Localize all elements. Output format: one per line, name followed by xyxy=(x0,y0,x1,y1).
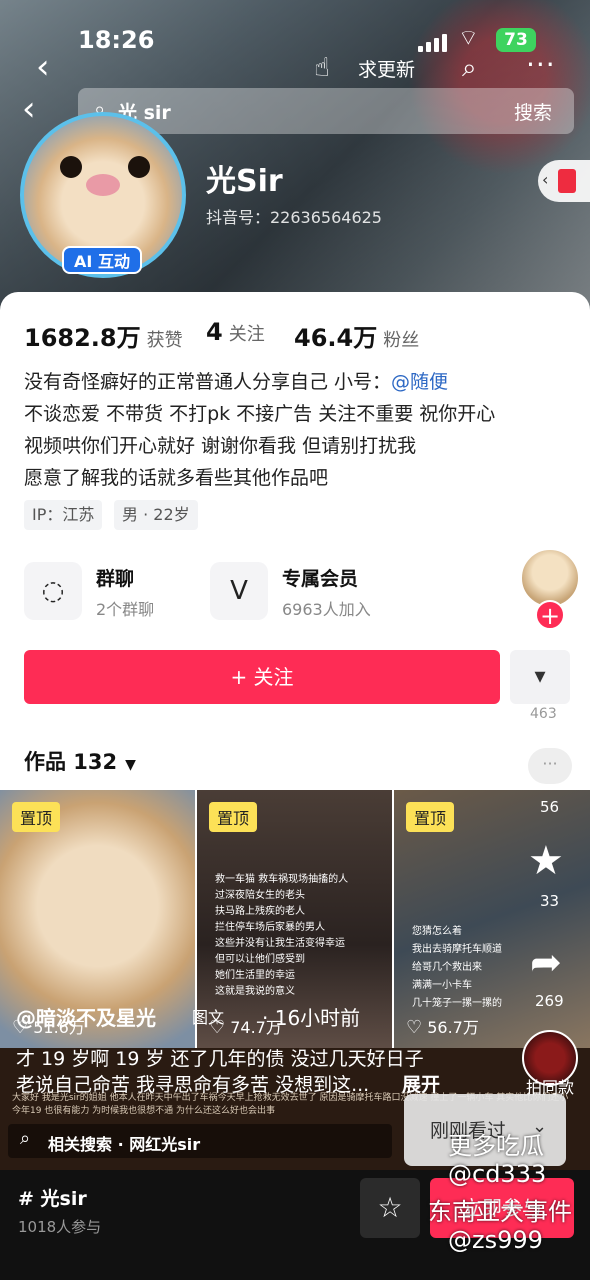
tile-caption: 救一车猫 救车祸现场抽搐的人 xyxy=(215,874,349,885)
request-update-button[interactable]: 求更新 xyxy=(358,55,415,82)
tile-caption: 扶马路上残疾的老人 xyxy=(215,906,305,917)
tile-caption: 我出去骑摩托车顺道 xyxy=(412,944,502,955)
cat-nose xyxy=(86,174,120,196)
tile-caption: 这些并没有让我生活变得幸运 xyxy=(215,938,345,949)
pinned-badge: 置顶 xyxy=(406,802,455,832)
watermark-line: 更多吃瓜 xyxy=(448,1132,544,1160)
group-chat-entry[interactable]: ◌ 群聊 2个群聊 xyxy=(24,562,194,622)
side-count: 56 xyxy=(540,798,560,816)
tile-caption: 她们生活里的幸运 xyxy=(215,970,295,981)
topic-name[interactable]: # 光sir xyxy=(18,1184,87,1211)
side-creator-avatar[interactable] xyxy=(520,548,580,608)
back-icon[interactable]: ‹ xyxy=(22,92,36,126)
watermark-line: 东南亚大事件 xyxy=(428,1198,572,1226)
bio-line: 没有奇怪癖好的正常普通人分享自己 小号： xyxy=(24,371,392,393)
share-icon[interactable]: ➦ xyxy=(530,940,562,984)
video-caption-line: 才 19 岁啊 19 岁 还了几年的债 没过几天好日子 xyxy=(16,1048,424,1070)
chevron-left-icon: ‹ xyxy=(542,170,549,189)
related-search-bar[interactable]: ⌕ 相关搜索 · 网红光sir xyxy=(8,1124,392,1158)
following-value: 4 xyxy=(206,318,223,346)
back-icon[interactable]: ‹ xyxy=(36,50,50,84)
douyin-id[interactable]: 抖音号：22636564625 xyxy=(206,204,382,228)
works-tab[interactable]: 作品 132 ▼ xyxy=(24,746,136,776)
vip-membership-entry[interactable]: V 专属会员 6963人加入 xyxy=(210,562,410,622)
follow-button[interactable]: + 关注 xyxy=(24,650,500,704)
chat-icon: ◌ xyxy=(24,562,82,620)
search-icon[interactable]: ⌕ xyxy=(462,53,477,84)
tile-caption: 但可以让他们感受到 xyxy=(215,954,305,965)
fans-value: 46.4万 xyxy=(294,324,378,352)
red-packet-button[interactable]: ‹ xyxy=(538,160,590,202)
feature-subtitle: 6963人加入 xyxy=(282,600,371,619)
caret-down-icon: ▼ xyxy=(125,757,136,773)
cat-eye xyxy=(128,156,150,178)
fans-label: 粉丝 xyxy=(383,330,420,351)
following-stat[interactable]: 4 关注 xyxy=(206,318,265,346)
video-overlay-header: @暗淡不及星光 图文 · 16小时前 xyxy=(0,1002,590,1038)
bio: 没有奇怪癖好的正常普通人分享自己 小号：@随便 不谈恋爱 不带货 不打pk 不接… xyxy=(24,366,574,494)
side-like-count: 463 xyxy=(530,706,557,722)
profile-name: 光Sir xyxy=(206,164,283,199)
search-button[interactable]: 搜索 xyxy=(514,98,552,125)
feature-title: 群聊 xyxy=(96,568,135,590)
ai-interaction-badge[interactable]: AI 互动 xyxy=(62,246,142,274)
tile-caption: 给哥几个救出来 xyxy=(412,962,482,973)
star-outline-icon: ☆ xyxy=(377,1191,403,1224)
ip-tag: IP：江苏 xyxy=(24,500,103,530)
bio-line: 愿意了解我的话就多看些其他作品吧 xyxy=(24,467,329,489)
video-author[interactable]: @暗淡不及星光 xyxy=(16,1002,156,1031)
pinned-badge: 置顶 xyxy=(209,802,258,832)
post-time: · 16小时前 xyxy=(262,1006,361,1030)
likes-stat[interactable]: 1682.8万 获赞 xyxy=(24,318,183,353)
same-style-label[interactable]: 拍同款 xyxy=(526,1074,574,1098)
related-search-text: 相关搜索 · 网红光sir xyxy=(48,1135,201,1154)
pinned-badge: 置顶 xyxy=(12,802,61,832)
gender-age-tag: 男 · 22岁 xyxy=(114,500,198,530)
red-packet-icon xyxy=(558,169,576,193)
bio-line: 不谈恋爱 不带货 不打pk 不接广告 关注不重要 祝你开心 xyxy=(24,403,496,425)
vip-icon: V xyxy=(210,562,268,620)
cat-eye xyxy=(60,156,82,178)
tile-caption: 这就是我说的意义 xyxy=(215,986,295,997)
comment-icon[interactable]: ··· xyxy=(528,748,572,784)
video-caption-line: 老说自己命苦 我寻思命有多苦 没想到这... xyxy=(16,1074,370,1096)
follow-dropdown-button[interactable]: ▾ xyxy=(510,650,570,704)
tile-caption: 满满一小卡车 xyxy=(412,980,472,991)
watermark-line: @zs999 xyxy=(448,1226,543,1254)
signal-icon xyxy=(418,32,448,52)
more-icon[interactable]: ··· xyxy=(526,48,556,81)
tile-caption: 您猜怎么着 xyxy=(412,926,462,937)
favorite-button[interactable]: ☆ xyxy=(360,1178,420,1238)
pointer-icon[interactable]: ☝ xyxy=(314,53,330,83)
top-bar: ‹ ☝ 求更新 ⌕ ··· xyxy=(0,48,590,90)
expand-button[interactable]: 展开 xyxy=(402,1070,440,1097)
tile-caption: 拦住停车场后家暴的男人 xyxy=(215,922,325,933)
post-type-tag: 图文 xyxy=(192,1008,225,1027)
fans-stat[interactable]: 46.4万 粉丝 xyxy=(294,318,419,353)
likes-value: 1682.8万 xyxy=(24,324,141,352)
search-input[interactable]: ⌕ 光 sir 搜索 xyxy=(78,88,574,134)
topic-label: 光sir xyxy=(40,1188,87,1210)
wifi-icon: ⌔ xyxy=(458,26,479,51)
watermark-line: @cd333 xyxy=(448,1160,547,1188)
tile-caption: 过深夜陪女生的老头 xyxy=(215,890,305,901)
topic-participants: 1018人参与 xyxy=(18,1218,102,1236)
feature-subtitle: 2个群聊 xyxy=(96,600,155,619)
search-icon: ⌕ xyxy=(20,1128,31,1149)
favorite-count: 33 xyxy=(540,892,560,910)
mention-link[interactable]: @随便 xyxy=(391,371,448,393)
following-label: 关注 xyxy=(228,324,265,345)
follow-plus-icon[interactable]: + xyxy=(535,600,565,630)
bio-line: 视频哄你们开心就好 谢谢你看我 但请别打扰我 xyxy=(24,435,417,457)
works-label: 作品 132 xyxy=(24,750,118,774)
likes-label: 获赞 xyxy=(146,330,183,351)
favorite-star-icon[interactable]: ★ xyxy=(528,838,564,884)
feature-title: 专属会员 xyxy=(282,568,359,590)
